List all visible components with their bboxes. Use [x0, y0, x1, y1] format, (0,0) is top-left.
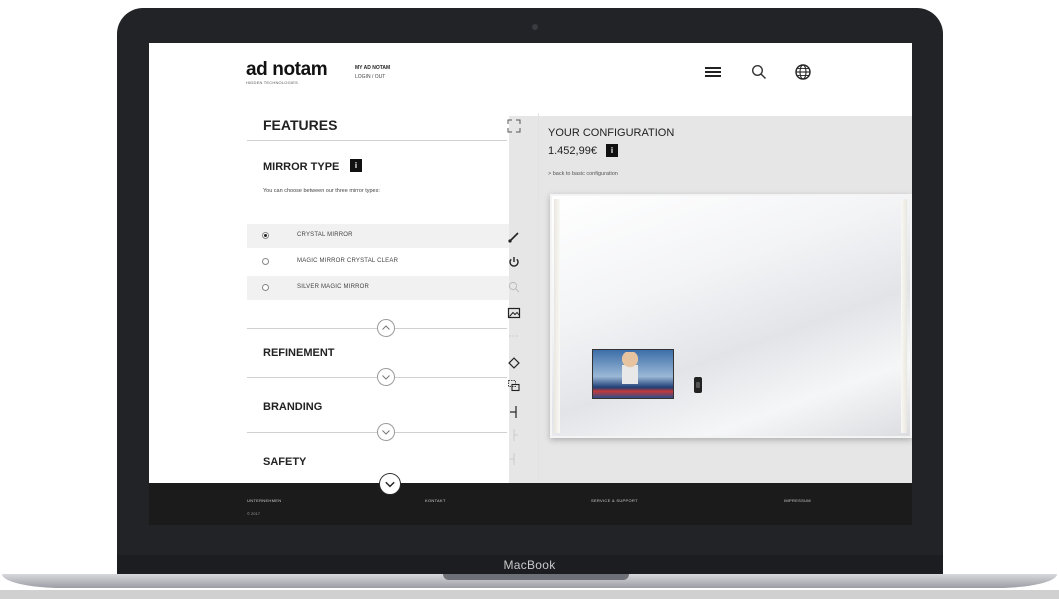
- price-info-button[interactable]: i: [606, 144, 618, 157]
- menu-icon[interactable]: [704, 63, 722, 81]
- mirror-preview[interactable]: [550, 194, 912, 438]
- dash-icon[interactable]: [507, 329, 521, 343]
- mirror-type-title: MIRROR TYPE: [263, 161, 340, 173]
- laptop-base-notch: [443, 574, 629, 580]
- radio-unselected[interactable]: [262, 258, 269, 265]
- chevron-down-icon: [382, 375, 390, 380]
- copy-icon[interactable]: [507, 379, 521, 393]
- brush-icon[interactable]: [507, 230, 521, 244]
- search-icon[interactable]: [750, 63, 768, 81]
- chevron-down-icon: [385, 481, 395, 488]
- features-title: FEATURES: [263, 117, 338, 133]
- collapse-button[interactable]: [377, 319, 395, 337]
- footer-copyright: © 2017: [247, 511, 260, 516]
- footer-link-unternehmen[interactable]: UNTERNEHMEN: [247, 498, 281, 503]
- my-account-link[interactable]: MY AD NOTAM: [355, 65, 390, 71]
- floor: [0, 590, 1059, 599]
- radio-selected[interactable]: [262, 232, 269, 239]
- option-crystal-mirror[interactable]: CRYSTAL MIRROR: [247, 224, 535, 248]
- login-link[interactable]: LOGIN / OUT: [355, 74, 385, 80]
- expand-button[interactable]: [377, 368, 395, 386]
- option-magic-mirror-crystal-clear[interactable]: MAGIC MIRROR CRYSTAL CLEAR: [247, 250, 535, 274]
- option-label: SILVER MAGIC MIRROR: [297, 284, 370, 290]
- option-silver-magic-mirror[interactable]: SILVER MAGIC MIRROR: [247, 276, 535, 300]
- editor-toolbar: [507, 113, 521, 483]
- mirror-light-strip-right: [901, 199, 907, 433]
- tv-image-person: [622, 352, 638, 384]
- option-label: MAGIC MIRROR CRYSTAL CLEAR: [297, 258, 399, 264]
- expand-button[interactable]: [377, 423, 395, 441]
- footer-link-impressum[interactable]: IMPRESSUM: [784, 498, 811, 503]
- image-icon[interactable]: [507, 306, 521, 320]
- zoom-icon[interactable]: [507, 280, 521, 294]
- logo[interactable]: ad notam HIDDEN TECHNOLOGIES: [246, 59, 328, 85]
- configuration-title: YOUR CONFIGURATION: [548, 127, 675, 139]
- expand-icon[interactable]: [507, 119, 521, 133]
- radio-unselected[interactable]: [262, 284, 269, 291]
- power-icon[interactable]: [507, 255, 521, 269]
- move-icon[interactable]: [507, 356, 521, 370]
- line-icon[interactable]: [507, 452, 521, 466]
- footer-link-service-support[interactable]: SERVICE & SUPPORT: [591, 498, 638, 503]
- refinement-title: REFINEMENT: [263, 347, 335, 359]
- mirror-light-strip-left: [554, 199, 560, 433]
- speaker-grille: [696, 382, 700, 388]
- device-label: MacBook: [503, 558, 556, 572]
- branding-title: BRANDING: [263, 401, 323, 413]
- safety-title: SAFETY: [263, 456, 307, 468]
- mirror-type-info-button[interactable]: i: [350, 159, 362, 172]
- logo-tagline: HIDDEN TECHNOLOGIES: [246, 80, 298, 85]
- camera-icon: [532, 24, 538, 30]
- logo-text: ad notam: [246, 59, 328, 80]
- divider: [247, 140, 507, 141]
- expand-safety-button[interactable]: [380, 474, 400, 494]
- footer-link-kontakt[interactable]: KONTAKT: [425, 498, 446, 503]
- chevron-up-icon: [382, 325, 390, 330]
- align-icon[interactable]: [507, 405, 521, 419]
- line-icon[interactable]: [507, 428, 521, 442]
- configuration-price: 1.452,99€: [548, 145, 597, 157]
- globe-icon[interactable]: [794, 63, 812, 81]
- chevron-down-icon: [382, 430, 390, 435]
- back-to-basic-link[interactable]: > back to basic configuration: [548, 171, 618, 177]
- mirror-type-description: You can choose between our three mirror …: [263, 188, 380, 194]
- toolbar-divider: [538, 113, 539, 483]
- footer: [149, 483, 912, 525]
- screen: ad notam HIDDEN TECHNOLOGIES MY AD NOTAM…: [149, 43, 912, 525]
- option-label: CRYSTAL MIRROR: [297, 232, 353, 238]
